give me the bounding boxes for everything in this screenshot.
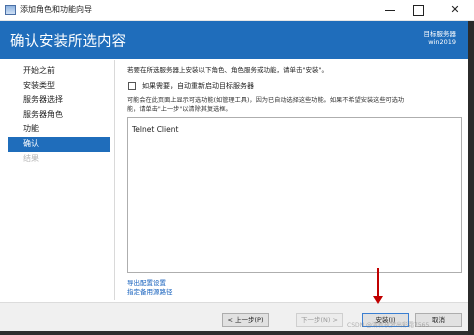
list-item: Telnet Client	[132, 125, 179, 134]
nav-divider	[114, 60, 115, 300]
alternate-source-path-link[interactable]: 指定备用源路径	[127, 286, 173, 296]
wizard-app-icon	[5, 5, 16, 15]
optional-features-info-line2: 能，请单击"上一步"以清除其复选框。	[127, 106, 232, 113]
page-title: 确认安装所选内容	[10, 34, 126, 50]
wizard-steps-nav: 开始之前 安装类型 服务器选择 服务器角色 功能 确认 结果	[8, 64, 110, 166]
wizard-header: 确认安装所选内容 目标服务器 win2019	[0, 21, 468, 59]
nav-step-installation-type[interactable]: 安装类型	[8, 79, 110, 94]
nav-step-confirmation[interactable]: 确认	[8, 136, 110, 152]
nav-step-server-roles[interactable]: 服务器角色	[8, 108, 110, 123]
nav-step-before-you-begin[interactable]: 开始之前	[8, 64, 110, 79]
destination-server-name: win2019	[428, 38, 456, 46]
next-button: 下一步(N) >	[296, 313, 343, 327]
restart-checkbox-label[interactable]: 如果需要，自动重新启动目标服务器	[142, 81, 254, 91]
destination-server-label: 目标服务器	[423, 30, 457, 38]
restart-checkbox[interactable]	[128, 82, 136, 90]
title-bar: 添加角色和功能向导 ✕	[0, 0, 474, 21]
maximize-button[interactable]	[404, 0, 432, 20]
intro-text: 若要在所选服务器上安装以下角色、角色服务或功能，请单击"安装"。	[127, 66, 328, 74]
previous-button[interactable]: < 上一步(P)	[222, 313, 269, 327]
nav-step-server-selection[interactable]: 服务器选择	[8, 93, 110, 108]
background-window-edge	[468, 21, 474, 335]
nav-step-results: 结果	[23, 153, 39, 163]
nav-step-features[interactable]: 功能	[8, 122, 110, 137]
selected-features-list: Telnet Client	[127, 117, 462, 273]
watermark: CSDN @清新夜梦出彩霜7565	[347, 322, 430, 329]
annotation-arrow-shaft	[377, 268, 379, 299]
close-button[interactable]: ✕	[440, 0, 470, 20]
window-title: 添加角色和功能向导	[20, 5, 92, 14]
minimize-button[interactable]	[376, 0, 404, 20]
background-taskbar-strip	[0, 331, 468, 335]
optional-features-info-line1: 可能会在此页面上显示可选功能(如管理工具)，因为已自动选择这些功能。如果不希望安…	[127, 97, 405, 104]
annotation-arrow-icon	[373, 296, 383, 304]
